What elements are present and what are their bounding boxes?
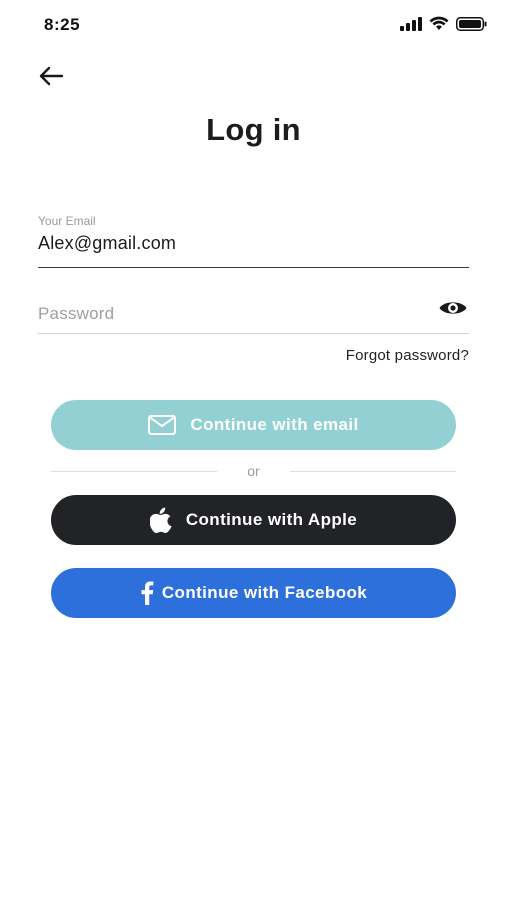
password-field[interactable]: Password	[38, 291, 469, 334]
page-title: Log in	[206, 112, 301, 147]
show-password-toggle[interactable]	[437, 299, 469, 321]
back-button[interactable]	[36, 63, 66, 93]
email-field[interactable]: Your Email Alex@gmail.com	[38, 212, 469, 268]
continue-with-facebook-button[interactable]: Continue with Facebook	[51, 568, 456, 618]
email-label: Your Email	[38, 214, 96, 228]
status-icons	[400, 16, 487, 31]
or-divider: or	[51, 462, 456, 482]
forgot-password-link[interactable]: Forgot password?	[346, 347, 469, 364]
battery-icon	[456, 16, 487, 31]
password-input[interactable]: Password	[38, 304, 114, 324]
email-input[interactable]: Alex@gmail.com	[38, 233, 176, 254]
mail-icon	[148, 415, 177, 435]
divider-line-right	[290, 471, 456, 472]
facebook-icon	[140, 581, 154, 605]
eye-icon	[438, 298, 468, 323]
arrow-left-icon	[38, 66, 64, 91]
status-bar: 8:25	[0, 0, 507, 50]
apple-icon	[149, 507, 172, 533]
wifi-icon	[429, 16, 449, 31]
status-time: 8:25	[44, 15, 81, 34]
continue-with-facebook-label: Continue with Facebook	[161, 583, 368, 602]
continue-with-email-label: Continue with email	[190, 415, 359, 434]
continue-with-email-button[interactable]: Continue with email	[51, 400, 456, 450]
continue-with-apple-button[interactable]: Continue with Apple	[51, 495, 456, 545]
signal-icon	[400, 16, 422, 31]
continue-with-apple-label: Continue with Apple	[185, 510, 358, 529]
